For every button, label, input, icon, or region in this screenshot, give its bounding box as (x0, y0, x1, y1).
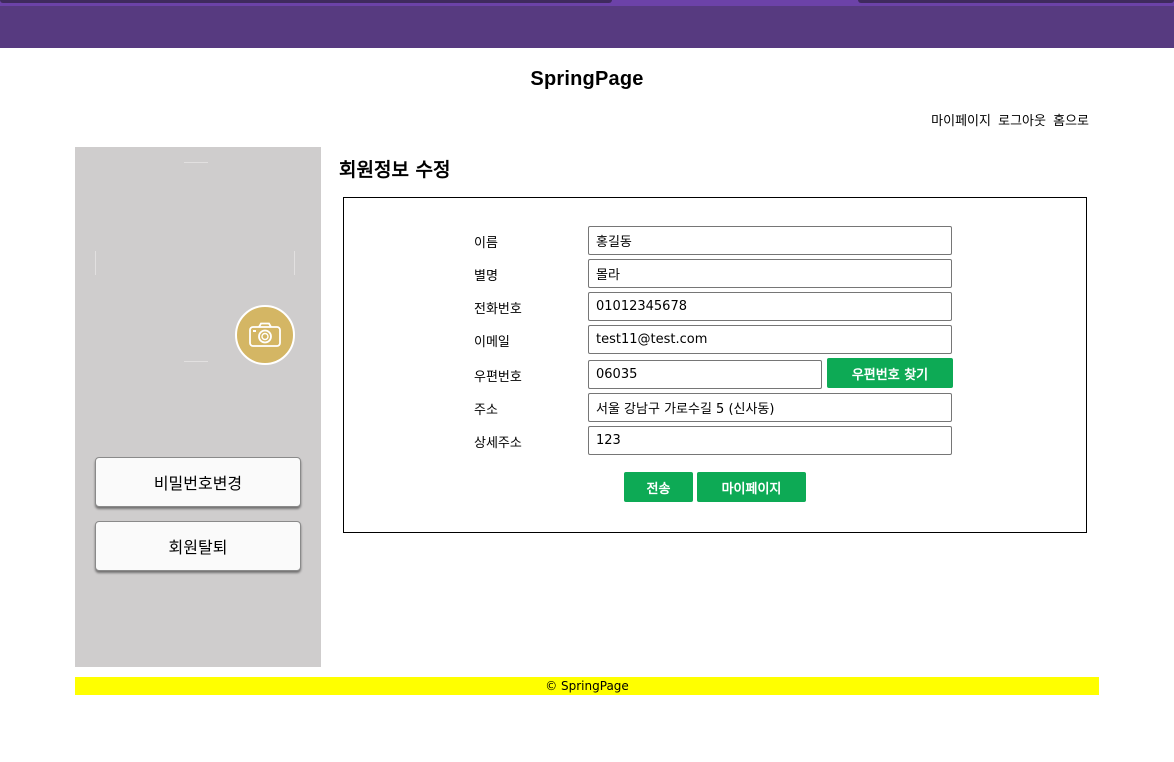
form-row-phone: 전화번호 (344, 292, 1088, 322)
email-field[interactable] (588, 325, 952, 354)
site-title: SpringPage (530, 68, 644, 90)
email-label: 이메일 (474, 335, 510, 350)
browser-top-bar (0, 0, 1174, 48)
form-row-address-detail: 상세주소 (344, 426, 1088, 456)
sidebar: 비밀번호변경 회원탈퇴 (75, 147, 321, 667)
top-nav: 마이페이지 로그아웃 홈으로 (928, 110, 1089, 129)
name-label: 이름 (474, 236, 498, 251)
name-field[interactable] (588, 226, 952, 255)
mypage-button[interactable]: 마이페이지 (697, 472, 806, 502)
browser-tab[interactable] (0, 0, 612, 3)
form-row-nickname: 별명 (344, 259, 1088, 289)
postcode-field[interactable] (588, 360, 822, 389)
form-row-address: 주소 (344, 393, 1088, 423)
camera-icon (249, 322, 281, 347)
change-password-button[interactable]: 비밀번호변경 (95, 457, 301, 507)
address-field[interactable] (588, 393, 952, 422)
change-photo-button[interactable] (235, 305, 295, 365)
nav-link-mypage[interactable]: 마이페이지 (931, 114, 991, 129)
nav-link-home[interactable]: 홈으로 (1053, 114, 1089, 129)
find-postcode-button[interactable]: 우편번호 찾기 (827, 358, 953, 388)
form-row-email: 이메일 (344, 325, 1088, 355)
phone-label: 전화번호 (474, 302, 522, 317)
form-row-postcode: 우편번호 우편번호 찾기 (344, 358, 1088, 390)
address-detail-label: 상세주소 (474, 436, 522, 451)
nickname-label: 별명 (474, 269, 498, 284)
footer: © SpringPage (75, 677, 1099, 695)
nav-link-logout[interactable]: 로그아웃 (998, 114, 1046, 129)
submit-button[interactable]: 전송 (624, 472, 693, 502)
postcode-label: 우편번호 (474, 370, 522, 385)
nickname-field[interactable] (588, 259, 952, 288)
form-row-name: 이름 (344, 226, 1088, 256)
page-title: 회원정보 수정 (339, 159, 451, 181)
phone-field[interactable] (588, 292, 952, 321)
address-detail-field[interactable] (588, 426, 952, 455)
withdraw-button[interactable]: 회원탈퇴 (95, 521, 301, 571)
address-label: 주소 (474, 403, 498, 418)
browser-tab[interactable] (858, 0, 1174, 3)
member-edit-form: 이름 별명 전화번호 이메일 우편번호 우편번호 찾기 주소 상세주소 전송 마… (343, 197, 1087, 533)
